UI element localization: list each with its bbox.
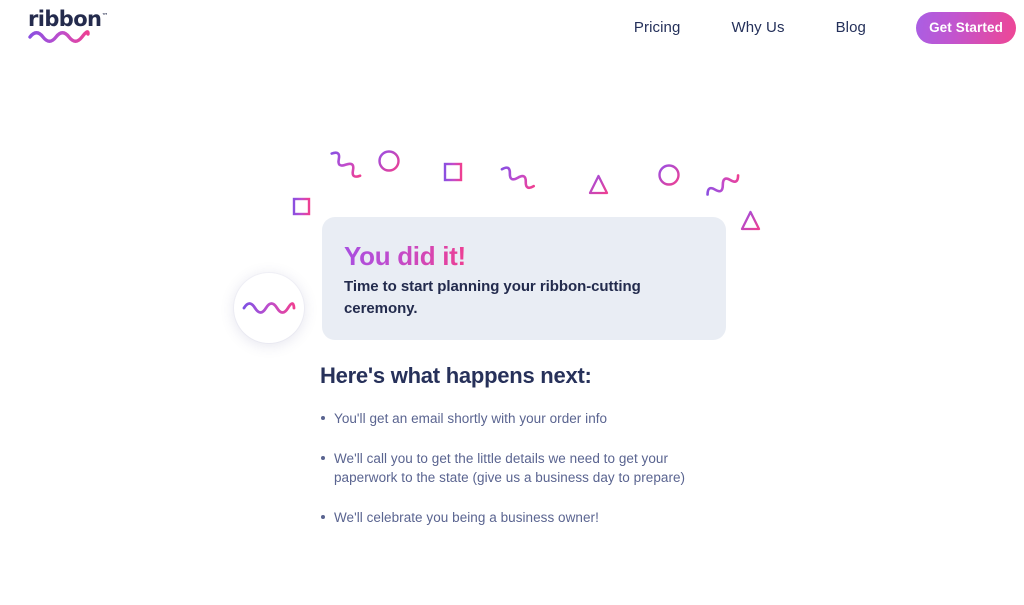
next-steps-list: You'll get an email shortly with your or… (320, 409, 720, 527)
list-item: We'll call you to get the little details… (320, 449, 720, 487)
list-item-text: We'll call you to get the little details… (334, 451, 686, 485)
next-steps-heading: Here's what happens next: (320, 363, 592, 388)
wave-squiggle-icon (242, 302, 296, 314)
success-heading: You did it! (344, 241, 466, 271)
list-item-text: We'll celebrate you being a business own… (334, 510, 599, 525)
success-subtext: Time to start planning your ribbon-cutti… (344, 278, 641, 317)
hero-section: You did it! Time to start planning your … (0, 0, 1024, 605)
list-item: You'll get an email shortly with your or… (320, 409, 720, 428)
bullet-icon (321, 456, 325, 460)
list-item-text: You'll get an email shortly with your or… (334, 411, 608, 426)
list-item: We'll celebrate you being a business own… (320, 508, 720, 527)
bullet-icon (321, 416, 325, 420)
success-message-card: You did it! Time to start planning your … (322, 217, 726, 340)
bullet-icon (321, 515, 325, 519)
seal-badge (234, 273, 304, 343)
